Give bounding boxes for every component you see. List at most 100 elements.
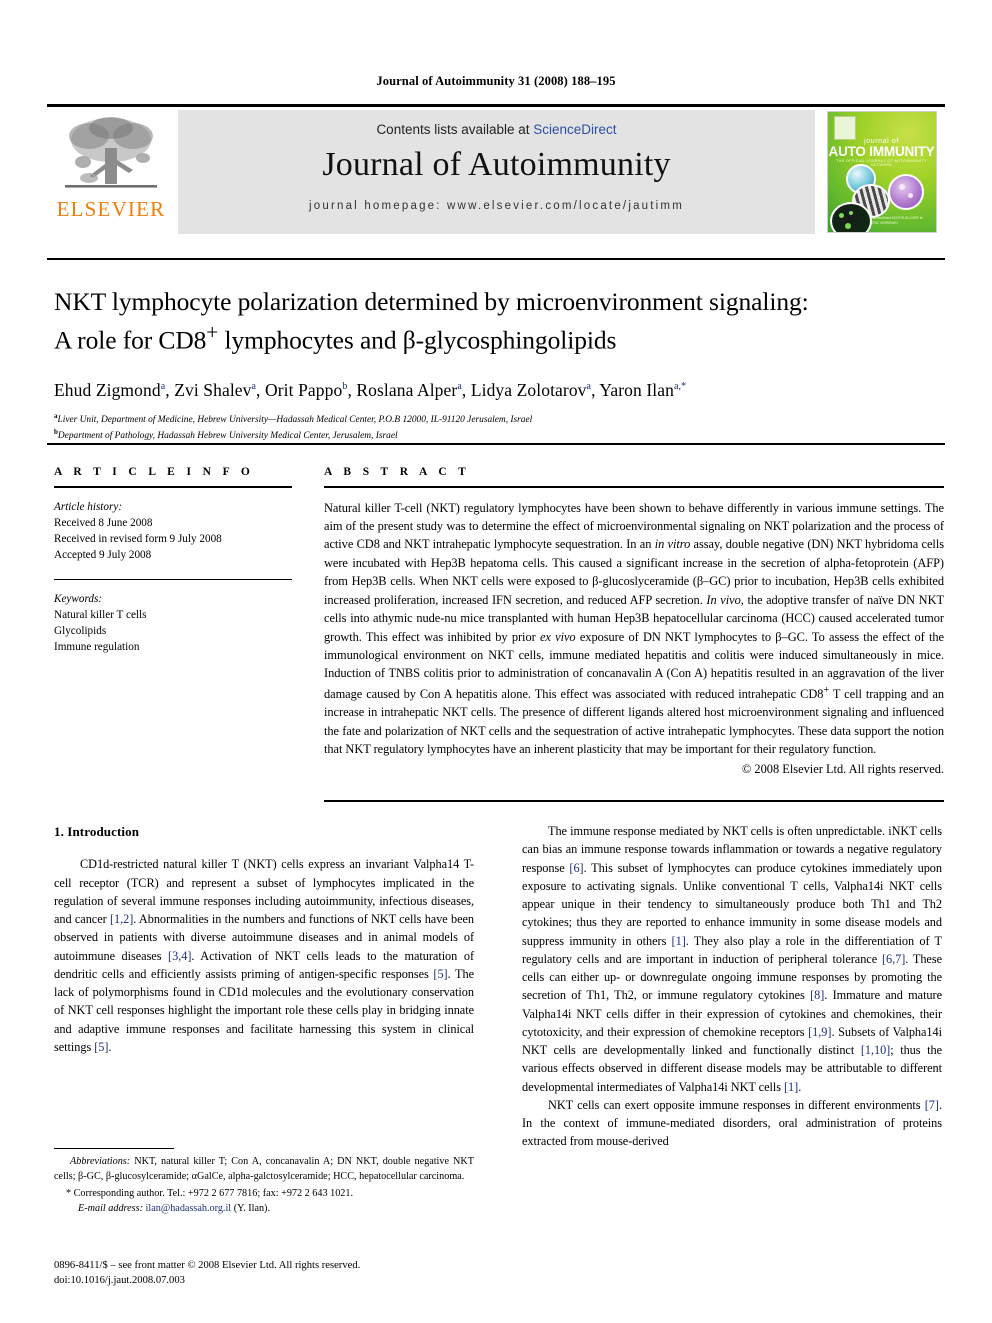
citation-ref[interactable]: [6,7]: [882, 952, 905, 966]
email-label: E-mail address:: [78, 1202, 143, 1214]
article-title-line1: NKT lymphocyte polarization determined b…: [54, 287, 809, 316]
corresponding-author-note: * Corresponding author. Tel.: +972 2 677…: [66, 1187, 354, 1199]
article-page: Journal of Autoimmunity 31 (2008) 188–19…: [0, 0, 992, 1323]
sciencedirect-link[interactable]: ScienceDirect: [533, 122, 616, 137]
masthead-top-rule: [47, 104, 945, 107]
section-heading-introduction: 1. Introduction: [54, 824, 140, 839]
author-affil-marker: a: [160, 380, 166, 392]
history-revised: Received in revised form 9 July 2008: [54, 532, 222, 545]
keywords-label: Keywords:: [54, 593, 103, 606]
affiliation-text: Department of Pathology, Hadassah Hebrew…: [57, 431, 398, 442]
article-history-block: Article history: Received 8 June 2008 Re…: [54, 499, 292, 563]
abstract-text: Natural killer T-cell (NKT) regulatory l…: [324, 499, 944, 759]
running-head: Journal of Autoimmunity 31 (2008) 188–19…: [376, 74, 616, 88]
keyword-item: Glycolipids: [54, 625, 107, 638]
title-divider-top: [47, 258, 945, 260]
citation-ref[interactable]: [7]: [925, 1098, 939, 1112]
cover-footer-text: ScienceDirect EDITOR-IN-CHIEF M. ERIC GE…: [871, 216, 924, 226]
keywords-block: Keywords: Natural killer T cells Glycoli…: [54, 591, 292, 655]
citation-ref[interactable]: [1]: [672, 934, 686, 948]
abstract-copyright: © 2008 Elsevier Ltd. All rights reserved…: [741, 761, 944, 776]
journal-cover-image: journal of AUTO IMMUNITY THE OFFICIAL JO…: [826, 111, 937, 233]
abbreviations-label: Abbreviations:: [70, 1156, 131, 1168]
history-received: Received 8 June 2008: [54, 516, 153, 529]
abstract-rule: [324, 486, 944, 488]
imprint-block: 0896-8411/$ – see front matter © 2008 El…: [54, 1258, 484, 1288]
history-accepted: Accepted 9 July 2008: [54, 548, 152, 561]
citation-ref[interactable]: [1,2]: [110, 912, 133, 926]
contents-available-line: Contents lists available at ScienceDirec…: [376, 122, 616, 137]
citation-ref[interactable]: [5]: [433, 967, 447, 981]
abstract-italic-in-vitro: in vitro: [654, 537, 691, 552]
elsevier-logo[interactable]: ELSEVIER: [47, 110, 175, 234]
article-history-label: Article history:: [54, 500, 123, 513]
author-affil-marker: a: [586, 380, 592, 392]
author-name[interactable]: Zvi Shalev: [174, 380, 251, 400]
affiliation-list: aLiver Unit, Department of Medicine, Heb…: [54, 411, 944, 445]
elsevier-tree-icon: [65, 117, 157, 188]
email-note: E-mail address: ilan@hadassah.org.il (Y.…: [54, 1202, 474, 1217]
author-affil-marker: a: [251, 380, 257, 392]
journal-title: Journal of Autoimmunity: [322, 146, 671, 183]
citation-ref[interactable]: [6]: [569, 861, 583, 875]
keywords-rule: [54, 578, 292, 581]
footnote-block: Abbreviations: NKT, natural killer T; Co…: [54, 1148, 474, 1216]
intro-paragraph-left: CD1d-restricted natural killer T (NKT) c…: [54, 855, 474, 1056]
page-title: NKT lymphocyte polarization determined b…: [54, 286, 944, 357]
email-link[interactable]: ilan@hadassah.org.il: [146, 1203, 232, 1214]
cover-cell-image-3: [887, 174, 924, 210]
cover-elsevier-mark-icon: [833, 116, 856, 140]
keyword-item: Natural killer T cells: [54, 609, 147, 622]
para-seg: .: [798, 1079, 802, 1094]
article-title-line2-pre: A role for CD8: [54, 325, 207, 355]
issn-copyright-line: 0896-8411/$ – see front matter © 2008 El…: [54, 1260, 361, 1271]
author-name[interactable]: Roslana Alper: [356, 380, 457, 400]
body-column-left: 1. Introduction CD1d-restricted natural …: [54, 822, 474, 1056]
author-affil-marker: a: [457, 380, 462, 392]
cover-title-auto: AUTO: [828, 144, 866, 159]
article-info-column: A R T I C L E I N F O Article history: R…: [54, 466, 292, 655]
abstract-italic-in-vivo: In vivo: [706, 592, 741, 607]
author-name[interactable]: Ehud Zigmond: [54, 380, 161, 400]
article-title-superscript: +: [206, 319, 219, 344]
cover-title-immunity: IMMUNITY: [869, 144, 935, 159]
journal-homepage-url[interactable]: journal homepage: www.elsevier.com/locat…: [309, 200, 684, 212]
citation-ref[interactable]: [1,9]: [808, 1025, 831, 1039]
para-seg: .: [108, 1039, 112, 1054]
author-name[interactable]: Orit Pappo: [265, 380, 342, 400]
keyword-item: Immune regulation: [54, 641, 140, 654]
citation-ref[interactable]: [3,4]: [168, 949, 191, 963]
body-column-right: The immune response mediated by NKT cell…: [522, 822, 942, 1151]
citation-ref[interactable]: [5]: [94, 1040, 108, 1054]
affiliation-item: aLiver Unit, Department of Medicine, Heb…: [54, 411, 944, 428]
affiliation-item: bDepartment of Pathology, Hadassah Hebre…: [54, 427, 944, 444]
abstract-italic-ex-vivo: ex vivo: [539, 629, 576, 644]
masthead-gray-band: Contents lists available at ScienceDirec…: [178, 110, 815, 234]
author-name[interactable]: Yaron Ilan: [599, 380, 674, 400]
article-info-rule: [54, 486, 292, 488]
abstract-column: A B S T R A C T Natural killer T-cell (N…: [324, 466, 944, 777]
cover-title: AUTO IMMUNITY: [828, 145, 936, 159]
elsevier-wordmark: ELSEVIER: [56, 197, 166, 221]
abstract-divider-bottom: [324, 800, 944, 802]
email-suffix: (Y. Ilan).: [231, 1202, 270, 1214]
author-affil-marker: b: [342, 380, 348, 392]
author-name[interactable]: Lidya Zolotarov: [471, 380, 587, 400]
intro-paragraph-right-2: NKT cells can exert opposite immune resp…: [522, 1096, 942, 1151]
article-info-heading: A R T I C L E I N F O: [54, 466, 255, 478]
title-divider-bottom: [47, 443, 945, 445]
citation-ref[interactable]: [1,10]: [861, 1043, 890, 1057]
journal-masthead: ELSEVIER Contents lists available at Sci…: [47, 110, 945, 234]
citation-ref[interactable]: [1]: [784, 1080, 798, 1094]
cover-cell-image-4: [829, 202, 872, 232]
citation-ref[interactable]: [8]: [810, 988, 824, 1002]
abstract-heading: A B S T R A C T: [324, 466, 471, 478]
journal-cover-thumbnail[interactable]: journal of AUTO IMMUNITY THE OFFICIAL JO…: [818, 110, 945, 234]
doi-line[interactable]: doi:10.1016/j.jaut.2008.07.003: [54, 1273, 484, 1288]
cover-subtitle: THE OFFICIAL JOURNAL OF AUTOIMMUNITY NET…: [836, 159, 927, 167]
article-title-line2-post: lymphocytes and β-glycosphingolipids: [218, 325, 617, 355]
title-block: NKT lymphocyte polarization determined b…: [54, 286, 944, 444]
author-list: Ehud Zigmonda, Zvi Shaleva, Orit Pappob,…: [54, 379, 687, 400]
footnote-rule: [54, 1148, 174, 1150]
author-affil-marker: a,*: [673, 380, 687, 392]
